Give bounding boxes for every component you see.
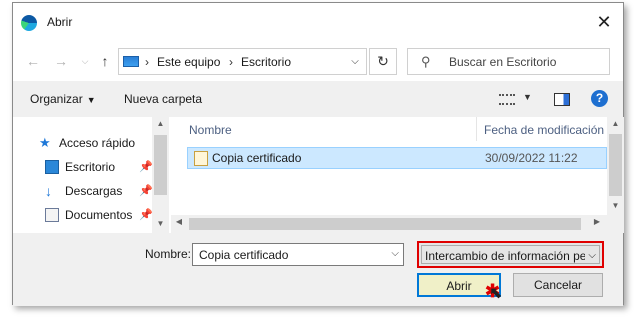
chevron-down-icon[interactable]: ⌵ <box>77 53 93 69</box>
scroll-left-icon[interactable]: ◀ <box>173 217 185 226</box>
filename-label: Nombre: <box>145 247 192 261</box>
file-row[interactable]: Copia certificado 30/09/2022 11:22 <box>187 147 607 169</box>
desktop-folder-icon <box>45 160 59 174</box>
chevron-down-icon[interactable]: ⌵ <box>391 248 399 259</box>
pin-icon: 📌 <box>139 209 153 221</box>
scroll-right-icon[interactable]: ▶ <box>591 217 603 226</box>
search-box[interactable]: ⚲ Buscar en Escritorio <box>407 48 610 75</box>
breadcrumb-escritorio[interactable]: Escritorio <box>241 55 291 69</box>
preview-pane-icon[interactable] <box>554 93 570 106</box>
organize-label: Organizar <box>30 92 83 106</box>
column-header-name[interactable]: Nombre <box>189 123 232 137</box>
scroll-thumb[interactable] <box>609 134 622 196</box>
breadcrumb-este-equipo[interactable]: Este equipo <box>157 55 220 69</box>
sidebar-item-label: Acceso rápido <box>59 136 136 150</box>
refresh-icon[interactable]: ↻ <box>369 48 397 75</box>
search-icon: ⚲ <box>421 54 431 69</box>
help-icon[interactable]: ? <box>591 90 608 107</box>
navigation-bar: ← → ⌵ ↑ › Este equipo › Escritorio ⌵ ↻ ⚲… <box>13 41 623 81</box>
download-icon: ↓ <box>45 183 52 199</box>
view-options-icon[interactable] <box>499 94 515 105</box>
sidebar-item-label: Escritorio <box>65 160 116 174</box>
chevron-right-icon: › <box>145 55 149 69</box>
edge-icon <box>21 15 37 31</box>
filetype-select[interactable]: Intercambio de información pe ⌵ <box>417 241 604 268</box>
file-list-horizontal-scrollbar[interactable]: ◀ ▶ <box>171 215 607 233</box>
column-header-date[interactable]: Fecha de modificación <box>484 123 604 137</box>
dialog-footer: Nombre: Copia certificado ⌵ Intercambio … <box>13 233 623 306</box>
search-placeholder: Buscar en Escritorio <box>449 55 557 69</box>
address-bar[interactable]: › Este equipo › Escritorio ⌵ <box>118 48 367 75</box>
cancel-button[interactable]: Cancelar <box>513 273 603 297</box>
scroll-down-icon[interactable]: ▼ <box>607 201 624 210</box>
close-icon[interactable]: ✕ <box>593 11 615 33</box>
chevron-right-icon: › <box>229 55 233 69</box>
browser-area: ★ Acceso rápido Escritorio 📌 ↓ Descargas… <box>13 117 624 233</box>
cursor-icon: ⬉ <box>489 285 503 302</box>
scroll-thumb[interactable] <box>154 135 167 195</box>
back-arrow-icon[interactable]: ← <box>25 53 41 69</box>
scroll-up-icon[interactable]: ▲ <box>607 119 624 128</box>
address-dropdown-icon[interactable]: ⌵ <box>344 49 366 74</box>
sidebar-item-descargas[interactable]: ↓ Descargas 📌 <box>45 181 165 201</box>
sidebar-item-label: Documentos <box>65 208 133 222</box>
sidebar-item-escritorio[interactable]: Escritorio 📌 <box>45 157 165 177</box>
star-icon: ★ <box>39 135 51 150</box>
this-pc-icon <box>123 56 139 67</box>
chevron-down-icon: ⌵ <box>585 250 596 261</box>
dialog-title: Abrir <box>47 15 73 29</box>
filename-value: Copia certificado <box>199 248 289 262</box>
sidebar-scrollbar[interactable]: ▲ ▼ <box>152 117 169 233</box>
caret-down-icon: ▼ <box>86 95 96 105</box>
navigation-pane: ★ Acceso rápido Escritorio 📌 ↓ Descargas… <box>13 117 169 233</box>
up-arrow-icon[interactable]: ↑ <box>97 53 113 69</box>
forward-arrow-icon[interactable]: → <box>53 53 69 69</box>
command-bar: Organizar ▼ Nueva carpeta ▼ ? <box>13 81 623 117</box>
file-name: Copia certificado <box>212 151 302 165</box>
file-list-vertical-scrollbar[interactable]: ▲ ▼ <box>607 117 624 233</box>
documents-icon <box>45 208 59 222</box>
sidebar-item-label: Descargas <box>65 184 123 198</box>
caret-down-icon[interactable]: ▼ <box>523 92 532 102</box>
filetype-value: Intercambio de información pe <box>425 249 587 263</box>
title-bar: Abrir ✕ <box>13 3 623 41</box>
column-divider[interactable] <box>476 117 477 141</box>
file-date: 30/09/2022 11:22 <box>485 151 578 165</box>
new-folder-button[interactable]: Nueva carpeta <box>124 92 202 106</box>
filetype-box: Intercambio de información pe ⌵ <box>421 245 600 264</box>
sidebar-item-documentos[interactable]: Documentos 📌 <box>45 205 165 225</box>
pin-icon: 📌 <box>139 185 153 197</box>
open-file-dialog: Abrir ✕ ← → ⌵ ↑ › Este equipo › Escritor… <box>12 2 624 306</box>
sidebar-item-acceso-rapido[interactable]: ★ Acceso rápido <box>39 133 159 153</box>
scroll-down-icon[interactable]: ▼ <box>152 219 169 228</box>
organize-button[interactable]: Organizar ▼ <box>30 92 96 106</box>
scroll-up-icon[interactable]: ▲ <box>152 119 169 128</box>
filename-input[interactable]: Copia certificado ⌵ <box>192 243 404 266</box>
certificate-file-icon <box>194 151 208 166</box>
pin-icon: 📌 <box>139 161 153 173</box>
scroll-thumb[interactable] <box>189 218 581 230</box>
